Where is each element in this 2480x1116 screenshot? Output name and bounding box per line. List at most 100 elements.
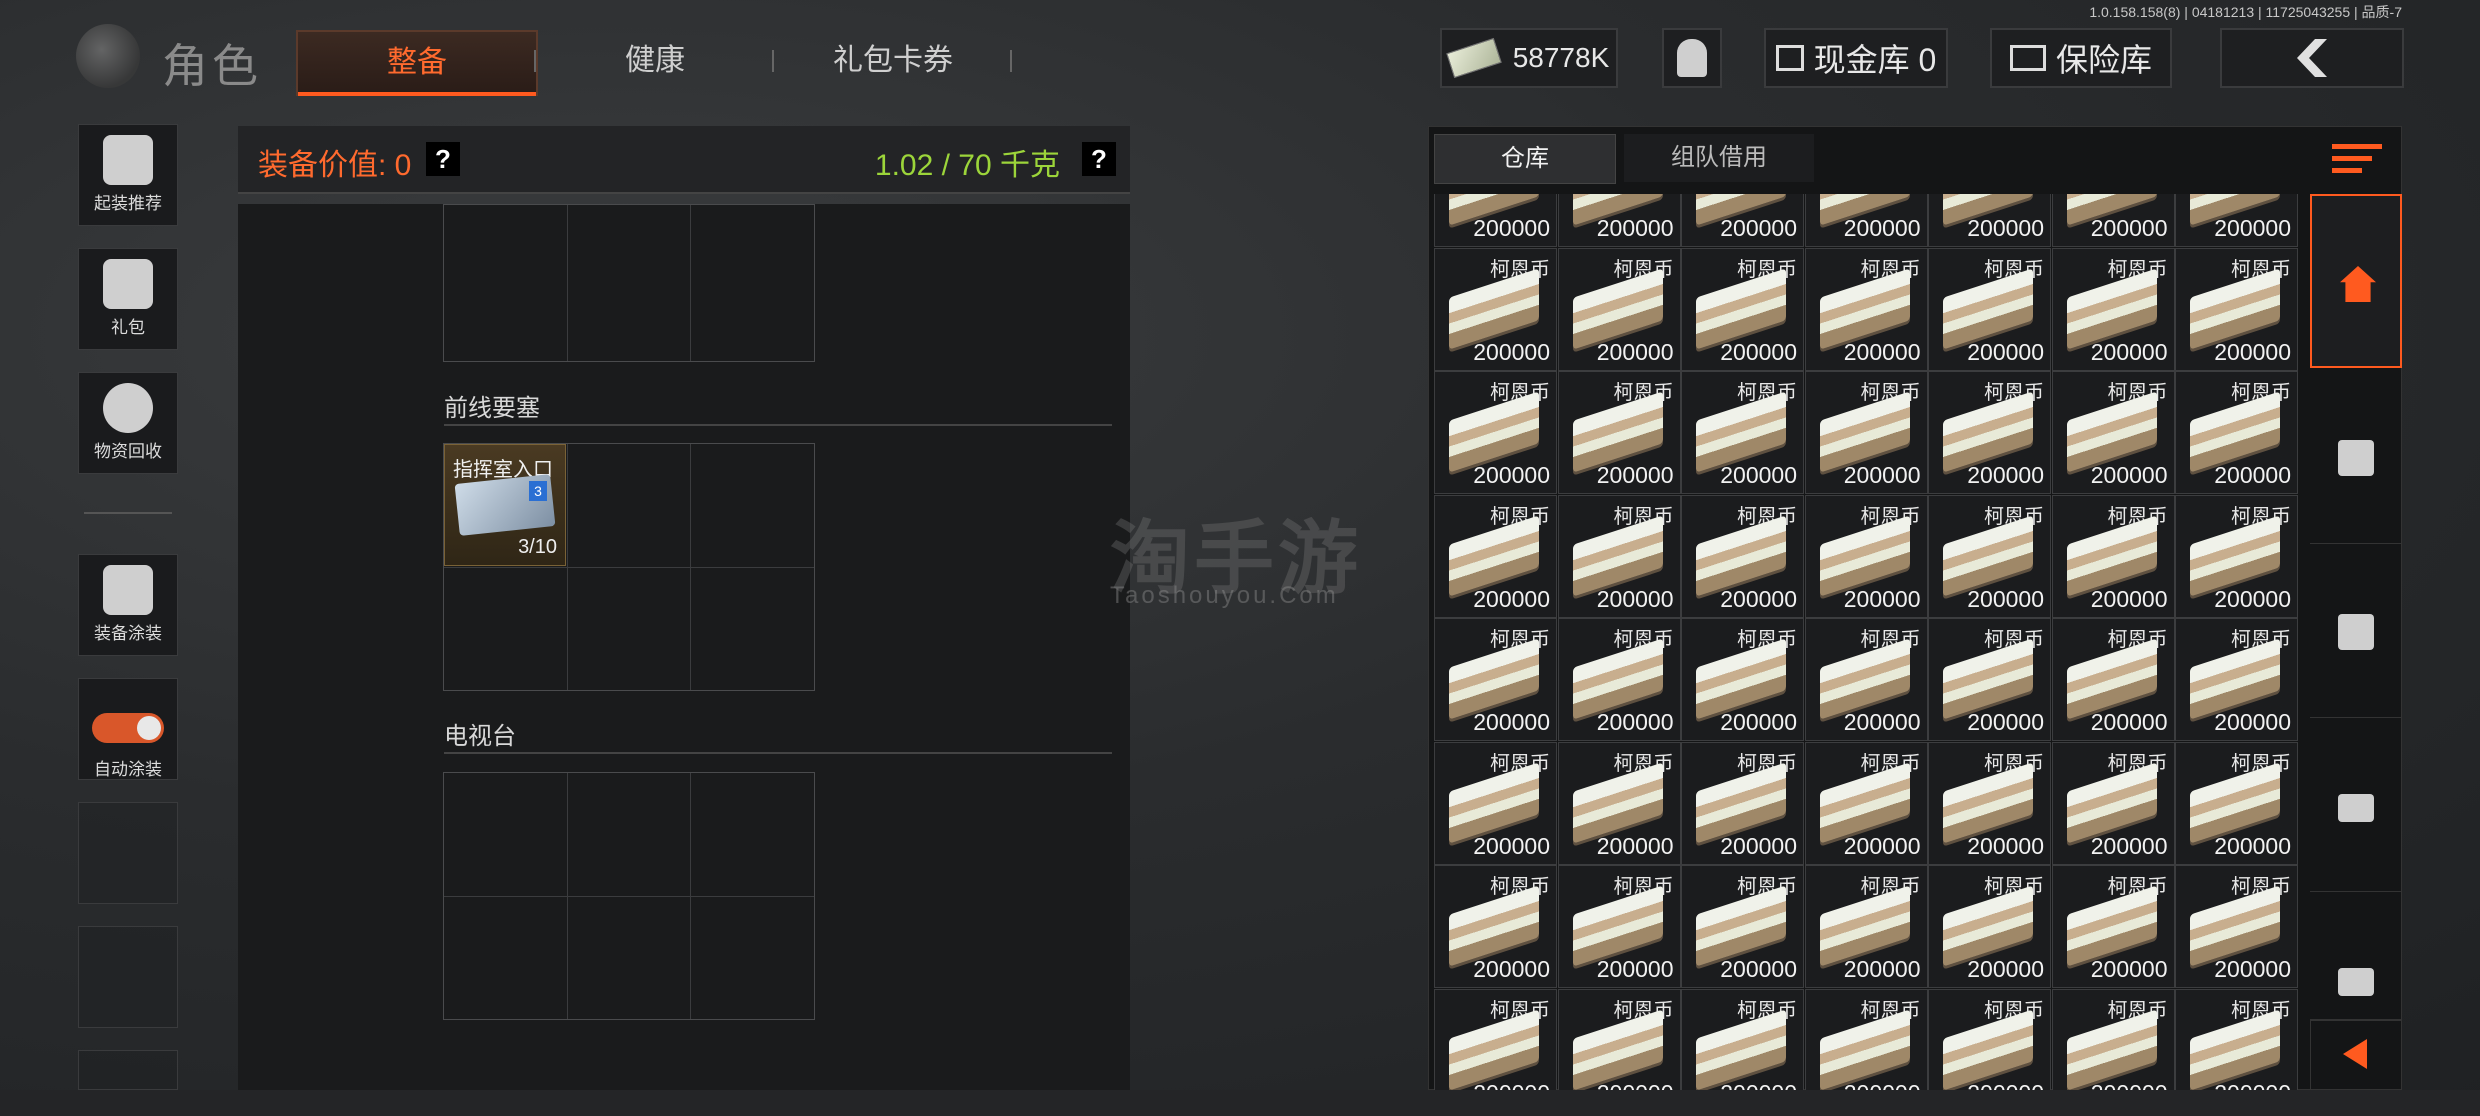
- item-value: 200000: [1596, 585, 1674, 612]
- inventory-item[interactable]: 柯恩币200000: [1434, 494, 1557, 618]
- sidebar-item-recycle[interactable]: 物资回收: [78, 372, 178, 474]
- inventory-item[interactable]: 柯恩币200000: [1434, 194, 1557, 247]
- item-value: 200000: [2090, 462, 2168, 488]
- inventory-item[interactable]: 柯恩币200000: [1681, 865, 1804, 988]
- item-value: 200000: [1843, 585, 1921, 612]
- sort-button[interactable]: [2318, 136, 2398, 182]
- sidebar-item-auto-skin[interactable]: 自动涂装: [78, 678, 178, 780]
- inventory-item[interactable]: 柯恩币200000: [1557, 865, 1681, 988]
- item-value: 200000: [1473, 215, 1550, 241]
- inventory-item[interactable]: 柯恩币200000: [1557, 988, 1681, 1090]
- sidebar-empty-slot: [78, 1050, 178, 1090]
- tab-team-borrow[interactable]: 组队借用: [1624, 134, 1814, 182]
- inventory-item[interactable]: 柯恩币200000: [1928, 618, 2051, 741]
- inventory-item[interactable]: 柯恩币200000: [2051, 988, 2175, 1090]
- inventory-item[interactable]: 柯恩币200000: [2051, 194, 2175, 247]
- inventory-item[interactable]: 柯恩币200000: [1804, 494, 1928, 618]
- inventory-item[interactable]: 柯恩币200000: [2175, 618, 2298, 741]
- inventory-item[interactable]: 柯恩币200000: [1557, 494, 1681, 618]
- inventory-item[interactable]: 柯恩币200000: [1557, 618, 1681, 741]
- inventory-item[interactable]: 柯恩币200000: [2051, 494, 2175, 618]
- inventory-item[interactable]: 柯恩币200000: [1434, 247, 1557, 371]
- inventory-item[interactable]: 柯恩币200000: [1434, 988, 1557, 1090]
- chevron-left-icon: [2343, 1039, 2367, 1069]
- inventory-item[interactable]: 柯恩币200000: [1804, 741, 1928, 865]
- tab-loadout[interactable]: 整备: [296, 30, 538, 96]
- inventory-item[interactable]: 柯恩币200000: [2175, 247, 2298, 371]
- item-value: 200000: [2214, 832, 2291, 859]
- item-value: 200000: [2090, 956, 2168, 982]
- toggle-knob: [137, 716, 161, 740]
- weight-help-button[interactable]: ?: [1082, 142, 1116, 176]
- inventory-item[interactable]: 柯恩币200000: [1681, 194, 1804, 247]
- inventory-item[interactable]: 柯恩币200000: [1434, 741, 1557, 865]
- operator-avatar-button[interactable]: [1662, 28, 1722, 88]
- inventory-item[interactable]: 柯恩币200000: [1681, 247, 1804, 371]
- inventory-item[interactable]: 柯恩币200000: [1434, 865, 1557, 988]
- item-value: 200000: [1720, 1080, 1797, 1091]
- inventory-item[interactable]: 柯恩币200000: [1928, 247, 2051, 371]
- inventory-item[interactable]: 柯恩币200000: [1681, 988, 1804, 1091]
- item-value: 200000: [2214, 215, 2291, 241]
- inventory-item[interactable]: 柯恩币200000: [1928, 741, 2051, 865]
- collapse-panel-button[interactable]: [2310, 1020, 2402, 1090]
- inventory-item[interactable]: 柯恩币200000: [1804, 247, 1928, 371]
- inventory-item[interactable]: 柯恩币200000: [2175, 371, 2298, 494]
- key-slot-grid[interactable]: [443, 772, 815, 1020]
- inventory-item[interactable]: 柯恩币200000: [2175, 988, 2298, 1090]
- sidebar-item-recommended-loadout[interactable]: 起装推荐: [78, 124, 178, 226]
- box-icon: [2338, 968, 2374, 996]
- inventory-item[interactable]: 柯恩币200000: [2051, 247, 2175, 371]
- key-card-item[interactable]: 指挥室入口 3 3/10: [444, 444, 566, 566]
- inventory-item[interactable]: 柯恩币200000: [1681, 618, 1804, 741]
- inventory-item[interactable]: 柯恩币200000: [1557, 371, 1681, 494]
- inventory-item[interactable]: 柯恩币200000: [1804, 371, 1928, 494]
- item-value: 200000: [1967, 709, 2044, 735]
- inventory-item[interactable]: 柯恩币200000: [2051, 865, 2175, 988]
- cash-vault-button[interactable]: 现金库 0: [1764, 28, 1948, 88]
- inventory-item[interactable]: 柯恩币200000: [1681, 494, 1804, 618]
- inventory-item[interactable]: 柯恩币200000: [1928, 194, 2051, 247]
- inventory-item[interactable]: 柯恩币200000: [1928, 865, 2051, 988]
- inventory-item[interactable]: 柯恩币200000: [1557, 194, 1681, 247]
- category-crate-1[interactable]: [2310, 370, 2402, 544]
- inventory-item[interactable]: 柯恩币200000: [1557, 247, 1681, 371]
- inventory-item[interactable]: 柯恩币200000: [1434, 371, 1557, 494]
- category-box-2[interactable]: [2310, 892, 2402, 1020]
- inventory-item[interactable]: 柯恩币200000: [2175, 194, 2298, 247]
- inventory-item[interactable]: 柯恩币200000: [1928, 494, 2051, 618]
- auto-skin-toggle[interactable]: [92, 713, 164, 743]
- inventory-item[interactable]: 柯恩币200000: [1557, 741, 1681, 865]
- inventory-item[interactable]: 柯恩币200000: [1681, 371, 1804, 494]
- inventory-item[interactable]: 柯恩币200000: [1928, 371, 2051, 494]
- insurance-vault-button[interactable]: 保险库: [1990, 28, 2172, 88]
- tab-storage[interactable]: 仓库: [1434, 134, 1616, 184]
- category-box-1[interactable]: [2310, 718, 2402, 892]
- inventory-item[interactable]: 柯恩币200000: [2175, 741, 2298, 865]
- back-button[interactable]: [2220, 28, 2404, 88]
- category-crate-2[interactable]: [2310, 544, 2402, 718]
- inventory-item[interactable]: 柯恩币200000: [1434, 618, 1557, 741]
- inventory-item[interactable]: 柯恩币200000: [2051, 618, 2175, 741]
- inventory-item[interactable]: 柯恩币200000: [1804, 865, 1928, 988]
- inventory-item[interactable]: 柯恩币200000: [2175, 865, 2298, 988]
- tab-health[interactable]: 健康: [536, 30, 774, 92]
- inventory-item[interactable]: 柯恩币200000: [2051, 741, 2175, 865]
- sidebar-item-skins[interactable]: 装备涂装: [78, 554, 178, 656]
- home-icon: [2340, 266, 2376, 302]
- item-value: 200000: [1473, 462, 1550, 488]
- inventory-item[interactable]: 柯恩币200000: [2175, 494, 2298, 618]
- inventory-item[interactable]: 柯恩币200000: [1804, 194, 1928, 247]
- inventory-item[interactable]: 柯恩币200000: [1928, 988, 2051, 1090]
- category-all[interactable]: [2310, 194, 2402, 368]
- sidebar-item-gift[interactable]: 礼包: [78, 248, 178, 350]
- item-tier-badge: 3: [529, 481, 547, 501]
- inventory-item[interactable]: 柯恩币200000: [1804, 988, 1928, 1090]
- item-value: 200000: [1720, 709, 1797, 735]
- tab-gift-vouchers[interactable]: 礼包卡券: [774, 30, 1012, 92]
- inventory-item[interactable]: 柯恩币200000: [1804, 618, 1928, 741]
- equipment-value-help-button[interactable]: ?: [426, 142, 460, 176]
- key-slot-grid[interactable]: [443, 204, 815, 362]
- inventory-item[interactable]: 柯恩币200000: [1681, 741, 1804, 865]
- inventory-item[interactable]: 柯恩币200000: [2051, 371, 2175, 494]
